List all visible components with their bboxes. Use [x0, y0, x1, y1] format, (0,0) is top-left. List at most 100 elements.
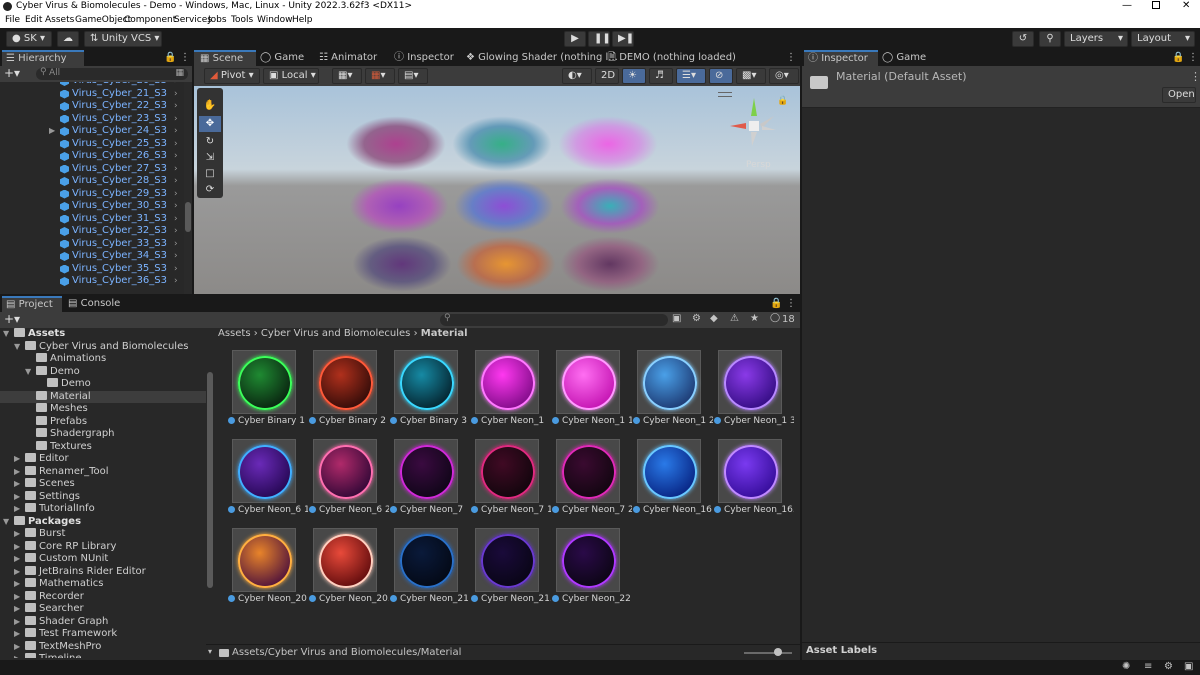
virus-cluster[interactable] [454, 178, 554, 234]
expand-arrow-icon[interactable]: ▶ [14, 553, 20, 565]
move-tool-icon[interactable]: ✥ [199, 116, 221, 132]
tree-item[interactable]: ▶ Burst [14, 528, 65, 541]
lighting-toggle[interactable]: ☀ [622, 68, 646, 84]
menu-tools[interactable]: Tools [231, 15, 253, 25]
hierarchy-item[interactable]: Virus_Cyber_34_S3 › [0, 250, 184, 263]
star-icon[interactable]: ★ [750, 313, 759, 324]
prefab-open-arrow-icon[interactable]: › [174, 100, 178, 112]
gizmo-neg-x-axis[interactable] [762, 126, 776, 130]
restore-icon[interactable] [1152, 1, 1160, 9]
expand-arrow-icon[interactable]: ▶ [14, 541, 20, 553]
menu-gameobject[interactable]: GameObject [75, 15, 131, 25]
tab-project[interactable]: ▤ Project [2, 296, 62, 312]
vcs-button[interactable]: ⇅ Unity VCS ▾ [84, 31, 162, 47]
prefab-open-arrow-icon[interactable]: › [174, 188, 178, 200]
prefab-open-arrow-icon[interactable]: › [174, 113, 178, 125]
camera-dropdown[interactable]: ▩▾ [736, 68, 766, 84]
2d-toggle[interactable]: 2D [595, 68, 619, 84]
tab-hierarchy[interactable]: ☰ Hierarchy [2, 50, 84, 66]
virus-cluster[interactable] [560, 178, 660, 234]
account-button[interactable]: ● SK ▾ [6, 31, 52, 47]
virus-cluster[interactable] [349, 178, 449, 234]
hierarchy-item[interactable]: Virus_Cyber_33_S3 › [0, 238, 184, 251]
prefab-open-arrow-icon[interactable]: › [174, 200, 178, 212]
filter-icon[interactable]: ▦ [175, 68, 184, 78]
hierarchy-item[interactable]: Virus_Cyber_32_S3 › [0, 225, 184, 238]
tree-item[interactable]: Demo [47, 378, 91, 391]
hierarchy-scrollbar[interactable] [184, 82, 192, 294]
hierarchy-item[interactable]: Virus_Cyber_36_S3 › [0, 275, 184, 288]
step-button[interactable]: ▶❚ [612, 31, 634, 47]
transform-tool-icon[interactable]: ⟳ [199, 182, 221, 198]
rect-tool-icon[interactable]: □ [199, 166, 221, 182]
prefab-open-arrow-icon[interactable]: › [174, 88, 178, 100]
lock-icon[interactable]: 🔒 [770, 296, 782, 312]
open-button[interactable]: Open [1162, 87, 1196, 103]
layers-dropdown[interactable]: Layers ▾ [1064, 31, 1128, 47]
virus-cluster[interactable] [456, 236, 556, 292]
expand-arrow-icon[interactable]: ▶ [14, 591, 20, 603]
tree-item[interactable]: ▶ Settings [14, 490, 80, 504]
tab-glowing-shader[interactable]: ❖ Glowing Shader (nothing l... [466, 50, 618, 66]
tree-item[interactable]: Shadergraph [36, 428, 115, 441]
hierarchy-item[interactable]: Virus_Cyber_26_S3 › [0, 150, 184, 163]
cache-icon[interactable]: ▣ [1184, 661, 1193, 672]
audio-toggle[interactable]: ♬ [649, 68, 673, 84]
prefab-open-arrow-icon[interactable]: › [174, 275, 178, 287]
tab-inspector-center[interactable]: ⓘ Inspector [394, 50, 454, 66]
expand-arrow-icon[interactable]: ▶ [14, 578, 20, 590]
hierarchy-item[interactable]: Virus_Cyber_28_S3 › [0, 175, 184, 188]
search-button[interactable]: ⚲ [1039, 31, 1061, 47]
hierarchy-item[interactable]: Virus_Cyber_29_S3 › [0, 188, 184, 201]
expand-arrow-icon[interactable]: ▶ [14, 453, 20, 465]
search-by-type-icon[interactable]: ▣ [672, 313, 681, 324]
virus-cluster[interactable] [452, 116, 552, 172]
expand-arrow-icon[interactable]: ▶ [14, 503, 20, 515]
virus-cluster[interactable] [346, 116, 446, 172]
orientation-gizmo[interactable] [724, 94, 784, 154]
prefab-open-arrow-icon[interactable]: › [174, 213, 178, 225]
virus-cluster[interactable] [558, 116, 658, 172]
tree-item[interactable]: Animations [36, 353, 106, 366]
hierarchy-search-input[interactable]: ⚲ All ▦ [36, 67, 188, 80]
tree-item[interactable]: ▶ Searcher [14, 603, 84, 616]
scale-tool-icon[interactable]: ⇲ [199, 150, 221, 166]
more-menu-icon[interactable]: ⋮ [786, 50, 796, 66]
effects-dropdown[interactable]: ☰▾ [676, 68, 706, 84]
hidden-objects-toggle[interactable]: ⊘ [709, 68, 733, 84]
label-icon[interactable]: ◆ [710, 313, 718, 324]
prefab-open-arrow-icon[interactable]: › [174, 238, 178, 250]
play-button[interactable]: ▶ [564, 31, 586, 47]
tab-inspector[interactable]: ⓘ Inspector [804, 50, 878, 66]
increment-snap-button[interactable]: ▦▾ [365, 68, 395, 84]
collapse-icon[interactable]: ▾ [208, 647, 212, 656]
tree-item[interactable]: ▼ Packages [3, 515, 81, 529]
prefab-open-arrow-icon[interactable]: › [174, 250, 178, 262]
hierarchy-item[interactable]: Virus_Cyber_27_S3 › [0, 163, 184, 176]
expand-arrow-icon[interactable]: ▶ [14, 616, 20, 628]
gizmo-neg-z-axis[interactable] [751, 132, 757, 146]
breadcrumb-material[interactable]: Material [421, 328, 468, 339]
tab-console[interactable]: ▤ Console [68, 296, 120, 312]
hierarchy-item[interactable]: Virus_Cyber_23_S3 › [0, 113, 184, 126]
tree-item[interactable]: ▶ TutorialInfo [14, 503, 95, 516]
expand-arrow-icon[interactable]: ▶ [14, 641, 20, 653]
tree-item[interactable]: Material [0, 390, 206, 403]
prefab-open-arrow-icon[interactable]: › [174, 175, 178, 187]
expand-arrow-icon[interactable]: ▶ [14, 566, 20, 578]
hand-tool-icon[interactable]: ✋ [199, 98, 221, 114]
gizmos-dropdown[interactable]: ◎▾ [769, 68, 799, 84]
tab-game-right[interactable]: ◯ Game [882, 50, 926, 66]
draw-mode-dropdown[interactable]: ◐▾ [562, 68, 592, 84]
prefab-open-arrow-icon[interactable]: › [174, 82, 178, 87]
scene-viewport[interactable]: ✋ ✥ ↻ ⇲ □ ⟳ 🔒 Persp [194, 86, 800, 294]
tree-item[interactable]: ▼ Cyber Virus and Biomolecules [14, 340, 188, 354]
lock-icon[interactable]: 🔒 [164, 50, 176, 66]
expand-arrow-icon[interactable]: ▶ [14, 628, 20, 640]
expand-arrow-icon[interactable]: ▶ [14, 653, 20, 658]
expand-arrow-icon[interactable]: ▶ [14, 603, 20, 615]
hierarchy-item[interactable]: Virus_Cyber_25_S3 › [0, 138, 184, 151]
tab-animator[interactable]: ☷ Animator [319, 50, 377, 66]
history-button[interactable]: ↺ [1012, 31, 1034, 47]
network-icon[interactable]: ⚙ [1164, 661, 1173, 672]
